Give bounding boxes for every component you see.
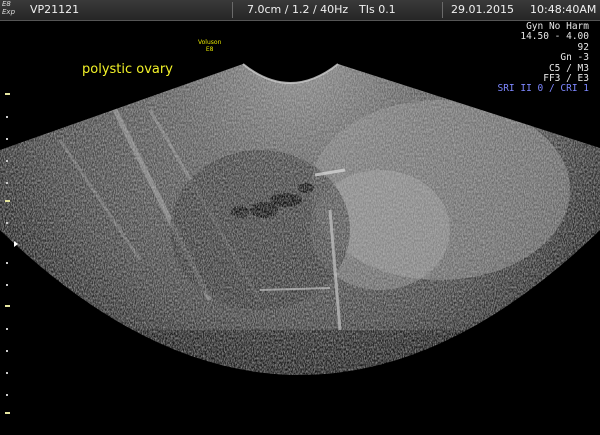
depth-dot: [6, 160, 8, 162]
depth-dot: [6, 372, 8, 374]
depth-tick: [5, 305, 10, 307]
sri-value: SRI II 0 / CRI 1: [497, 83, 589, 95]
depth-dot: [6, 182, 8, 184]
frequency-range: 14.50 - 4.00: [520, 31, 589, 43]
depth-dot: [6, 138, 8, 140]
depth-dot: [6, 350, 8, 352]
depth-dot: [6, 394, 8, 396]
probe-model: E8: [205, 46, 214, 53]
scan-sector: [0, 64, 600, 375]
depth-tick: [5, 412, 10, 414]
depth-dot: [6, 116, 8, 118]
parameter-panel: Gyn No Harm 14.50 - 4.00 92 Gn -3 C5 / M…: [497, 21, 589, 95]
depth-tick: [5, 93, 10, 95]
depth-dot: [6, 328, 8, 330]
depth-tick: [5, 200, 10, 202]
depth-dot: [6, 284, 8, 286]
depth-dot: [6, 222, 8, 224]
annotation-label: polystic ovary: [82, 62, 173, 77]
depth-dot: [6, 262, 8, 264]
probe-brand: Voluson: [198, 39, 222, 46]
triangle-right-icon: [14, 241, 18, 247]
probe-logo: Voluson E8: [198, 39, 221, 53]
